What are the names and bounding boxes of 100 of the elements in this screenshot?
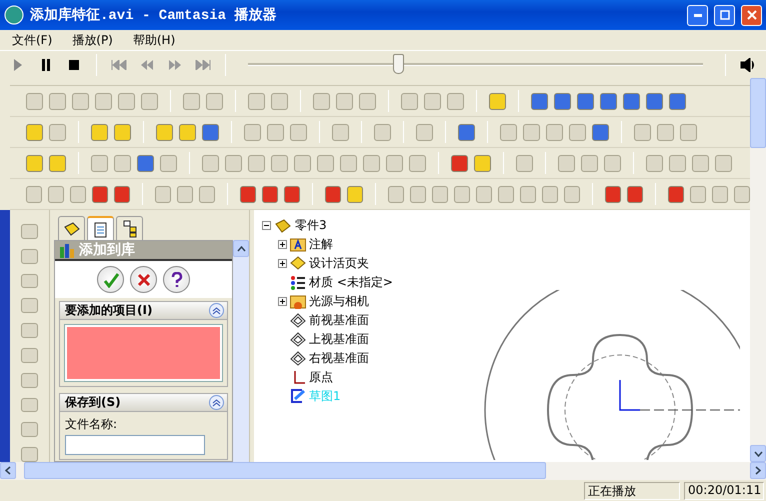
panel-tab[interactable] [87,216,114,240]
toolbar-icon[interactable] [48,186,64,202]
toolbar-icon[interactable] [114,124,131,140]
toolbar-icon[interactable] [386,154,403,172]
toolbar-icon[interactable] [432,186,448,202]
toolbar-icon[interactable] [225,154,242,172]
toolbar-icon[interactable] [734,186,750,202]
toolbar-icon[interactable] [489,92,506,110]
toolbar-icon[interactable] [21,224,38,239]
toolbar-icon[interactable] [91,154,108,172]
toolbar-icon[interactable] [520,186,536,202]
toolbar-icon[interactable] [49,154,66,172]
collapse-button[interactable] [209,303,224,318]
toolbar-icon[interactable] [114,154,131,172]
toolbar-icon[interactable] [156,124,173,140]
toolbar-icon[interactable] [669,154,686,172]
toolbar-icon[interactable] [604,154,621,172]
cancel-button[interactable] [130,266,157,293]
toolbar-icon[interactable] [72,92,89,110]
toolbar-icon[interactable] [21,348,38,363]
toolbar-icon[interactable] [623,92,640,110]
toolbar-icon[interactable] [600,92,617,110]
toolbar-icon[interactable] [554,92,571,110]
toolbar-icon[interactable] [388,186,404,202]
toolbar-icon[interactable] [49,124,66,140]
toolbar-icon[interactable] [715,154,732,172]
toolbar-icon[interactable] [317,154,334,172]
panel-scrollbar[interactable] [233,240,249,462]
toolbar-icon[interactable] [336,92,353,110]
toolbar-icon[interactable] [26,124,43,140]
toolbar-icon[interactable] [712,186,728,202]
toolbar-icon[interactable] [332,124,349,140]
toolbar-icon[interactable] [451,154,468,172]
menu-item[interactable]: 播放(P) [72,32,113,48]
toolbar-icon[interactable] [668,186,684,202]
panel-tab[interactable] [58,216,85,240]
toolbar-icon[interactable] [577,92,594,110]
toolbar-icon[interactable] [690,186,706,202]
toolbar-icon[interactable] [26,92,43,110]
toolbar-icon[interactable] [447,92,464,110]
toolbar-icon[interactable] [91,124,108,140]
toolbar-icon[interactable] [500,124,517,140]
toolbar-icon[interactable] [141,92,158,110]
toolbar-icon[interactable] [21,298,38,314]
toolbar-icon[interactable] [92,186,108,202]
toolbar-icon[interactable] [531,92,548,110]
toolbar-icon[interactable] [26,186,42,202]
toolbar-icon[interactable] [199,186,215,202]
toolbar-icon[interactable] [374,124,391,140]
toolbar-icon[interactable] [267,124,284,140]
toolbar-icon[interactable] [523,124,540,140]
ok-button[interactable] [97,266,124,293]
toolbar-icon[interactable] [669,92,686,110]
toolbar-icon[interactable] [262,186,278,202]
toolbar-icon[interactable] [680,124,697,140]
toolbar-icon[interactable] [183,92,200,110]
toolbar-icon[interactable] [605,186,621,202]
toolbar-icon[interactable] [564,186,580,202]
toolbar-icon[interactable] [646,92,663,110]
toolbar-icon[interactable] [581,154,598,172]
vertical-scrollbar[interactable] [750,78,766,462]
toolbar-icon[interactable] [313,92,330,110]
toolbar-icon[interactable] [21,372,38,388]
toolbar-icon[interactable] [26,154,43,172]
toolbar-icon[interactable] [340,154,357,172]
selection-list[interactable] [65,325,222,381]
toolbar-icon[interactable] [70,186,86,202]
toolbar-icon[interactable] [49,92,66,110]
horizontal-scrollbar[interactable] [0,462,766,480]
toolbar-icon[interactable] [569,124,586,140]
toolbar-icon[interactable] [359,92,376,110]
toolbar-icon[interactable] [271,154,288,172]
toolbar-icon[interactable] [290,124,307,140]
toolbar-icon[interactable] [160,154,177,172]
toolbar-icon[interactable] [114,186,130,202]
toolbar-icon[interactable] [177,186,193,202]
tree-item[interactable]: 零件3 [295,217,327,234]
toolbar-icon[interactable] [21,447,38,462]
toolbar-icon[interactable] [284,186,300,202]
maximize-button[interactable] [714,4,735,26]
tree-item[interactable]: 注解 [309,236,333,253]
expand-toggle[interactable] [278,297,287,306]
toolbar-icon[interactable] [692,154,709,172]
help-button[interactable] [163,266,190,293]
tree-item[interactable]: 原点 [309,369,333,386]
toolbar-icon[interactable] [657,124,674,140]
tree-item[interactable]: 前视基准面 [309,312,369,329]
scroll-thumb[interactable] [750,78,766,148]
toolbar-icon[interactable] [325,186,341,202]
toolbar-icon[interactable] [95,92,112,110]
toolbar-icon[interactable] [202,124,219,140]
toolbar-icon[interactable] [424,92,441,110]
toolbar-icon[interactable] [21,398,38,412]
toolbar-icon[interactable] [21,248,38,264]
tree-item[interactable]: 光源与相机 [309,293,369,310]
toolbar-icon[interactable] [476,186,492,202]
toolbar-icon[interactable] [401,92,418,110]
toolbar-icon[interactable] [558,154,575,172]
minimize-button[interactable] [687,4,708,26]
toolbar-icon[interactable] [634,124,651,140]
